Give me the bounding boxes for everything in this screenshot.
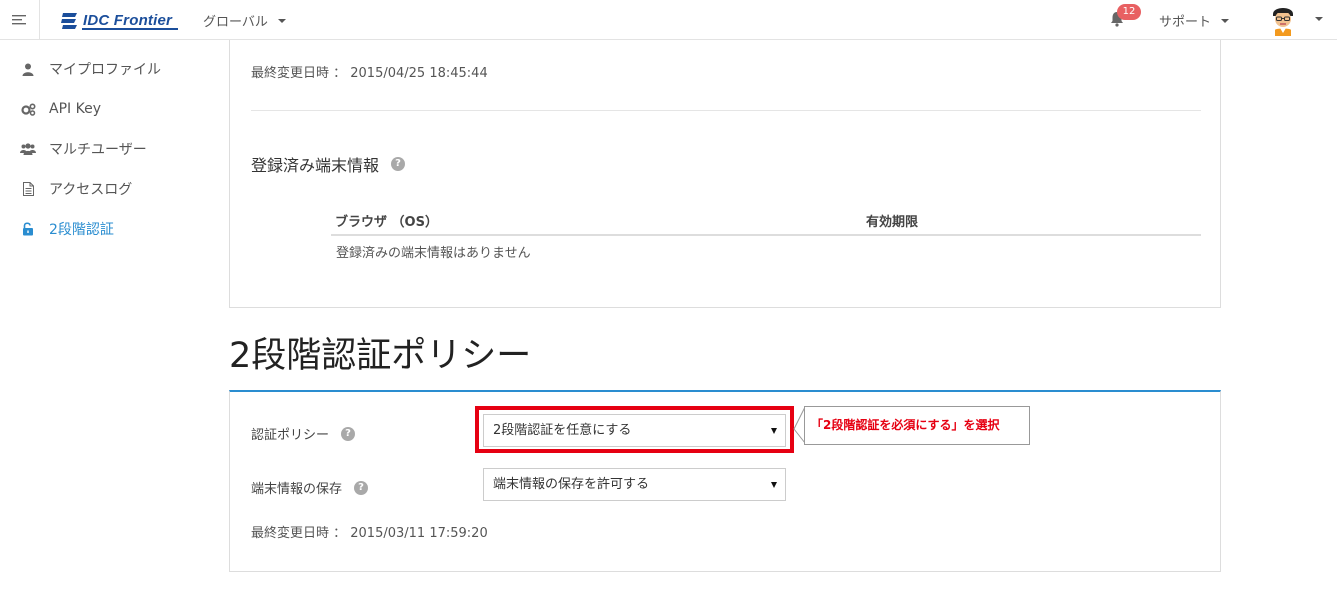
notification-badge[interactable]: 12 (1117, 4, 1141, 20)
device-last-modified: 最終変更日時 ： 2015/04/25 18:45:44 (251, 66, 488, 81)
sidebar-item-multi-user[interactable]: マルチユーザー (20, 139, 147, 159)
user-icon (20, 61, 36, 77)
device-save-label-text: 端末情報の保存 (251, 482, 343, 497)
sidebar-item-label: マルチユーザー (49, 142, 147, 158)
policy-last-modified: 最終変更日時 ： 2015/03/11 17:59:20 (251, 526, 488, 541)
dropdown-arrow-icon (771, 482, 777, 488)
chevron-down-icon (1221, 18, 1230, 23)
divider (251, 110, 1201, 111)
sidebar-item-label: アクセスログ (49, 182, 133, 198)
gears-icon (20, 101, 36, 117)
region-label: グローバル (203, 15, 268, 30)
column-header-browser: ブラウザ （OS） (335, 215, 438, 230)
sidebar-item-label: 2段階認証 (49, 222, 114, 238)
annotation-callout: 「2段階認証を必須にする」を選択 (804, 406, 1030, 445)
region-dropdown[interactable]: グローバル (203, 11, 286, 30)
page-title: 2段階認証ポリシー (229, 336, 532, 376)
unlock-icon (20, 221, 36, 237)
hamburger-icon (11, 14, 26, 24)
avatar[interactable] (1270, 4, 1296, 36)
users-icon (20, 141, 36, 157)
auth-policy-label: 認証ポリシー ? (251, 424, 356, 443)
device-save-selected-value: 端末情報の保存を許可する (493, 477, 650, 492)
device-table-header: ブラウザ （OS） 有効期限 (331, 208, 1201, 236)
help-icon[interactable]: ? (391, 157, 406, 171)
highlight-box (475, 406, 794, 453)
sidebar-item-api-key[interactable]: API Key (20, 99, 101, 119)
file-icon (20, 181, 36, 197)
column-header-expiry: 有効期限 (866, 215, 919, 230)
idc-frontier-logo[interactable]: IDC Frontier (60, 8, 180, 32)
sidebar-item-label: API Key (49, 101, 101, 117)
device-table-empty-message: 登録済みの端末情報はありません (336, 246, 531, 261)
chevron-down-icon (277, 18, 286, 23)
sidebar-item-label: マイプロファイル (49, 62, 161, 78)
support-dropdown[interactable]: サポート (1159, 11, 1230, 30)
auth-policy-label-text: 認証ポリシー (251, 428, 330, 443)
policy-card: 認証ポリシー ? 2段階認証を任意にする 「2段階認証を必須にする」を選択 端末… (229, 390, 1221, 572)
sidebar-item-my-profile[interactable]: マイプロファイル (20, 59, 161, 79)
device-save-select[interactable]: 端末情報の保存を許可する (483, 468, 786, 501)
menu-toggle-button[interactable] (0, 0, 40, 39)
support-label: サポート (1159, 15, 1212, 30)
help-icon[interactable]: ? (354, 480, 369, 495)
top-bar: IDC Frontier グローバル 12 サポート (0, 0, 1337, 40)
device-save-label: 端末情報の保存 ? (251, 478, 369, 497)
sidebar-item-access-log[interactable]: アクセスログ (20, 179, 132, 199)
logo-mark-icon (61, 13, 77, 29)
logo-underline (82, 28, 178, 30)
registered-devices-heading: 登録済み端末情報 ? (251, 152, 406, 176)
logo-text: IDC Frontier (83, 11, 173, 29)
registered-devices-card: 最終変更日時 ： 2015/04/25 18:45:44 登録済み端末情報 ? … (229, 40, 1221, 308)
avatar-chevron-down-icon[interactable] (1315, 17, 1323, 21)
help-icon[interactable]: ? (341, 426, 356, 441)
heading-text: 登録済み端末情報 (251, 156, 380, 175)
sidebar-item-two-step-auth[interactable]: 2段階認証 (20, 219, 114, 239)
